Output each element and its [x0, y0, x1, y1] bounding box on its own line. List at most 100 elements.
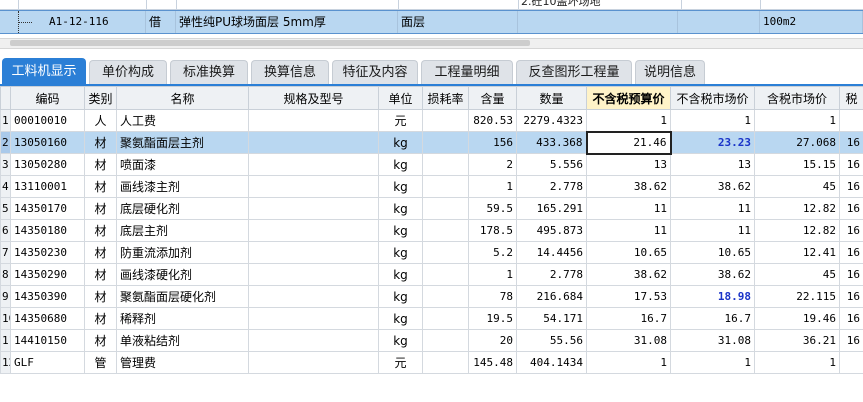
cell-spec[interactable]: [248, 307, 379, 330]
cell-unit[interactable]: 元: [378, 109, 423, 132]
cell-category[interactable]: 管: [84, 351, 117, 374]
cell-name[interactable]: 底层硬化剂: [116, 197, 249, 220]
cell-category[interactable]: 材: [84, 197, 117, 220]
cell-tax-market-price[interactable]: 15.15: [754, 153, 840, 176]
cell-unit[interactable]: kg: [378, 329, 423, 352]
cell-budget-price[interactable]: 31.08: [586, 329, 671, 352]
cell-market-price[interactable]: 38.62: [670, 263, 755, 286]
cell-loss-rate[interactable]: [422, 219, 469, 242]
cell-content[interactable]: 156: [468, 131, 517, 154]
cell-content[interactable]: 178.5: [468, 219, 517, 242]
cell-tax-rate[interactable]: 16: [839, 307, 863, 330]
col-header-name[interactable]: 名称: [116, 86, 249, 110]
cell-code[interactable]: 14350390: [10, 285, 85, 308]
cell-budget-price[interactable]: 13: [586, 153, 671, 176]
col-header-quantity[interactable]: 数量: [516, 86, 587, 110]
cell-quantity[interactable]: 495.873: [516, 219, 587, 242]
cell-name[interactable]: 画线漆硬化剂: [116, 263, 249, 286]
cell-loss-rate[interactable]: [422, 307, 469, 330]
cell-code[interactable]: 14350180: [10, 219, 85, 242]
table-row[interactable]: 1114410150材单液粘结剂kg2055.5631.0831.0836.21…: [0, 329, 863, 352]
quota-prev-row[interactable]: 2.砼10盖坏场地: [0, 0, 863, 10]
cell-content[interactable]: 5.2: [468, 241, 517, 264]
cell-market-price[interactable]: 11: [670, 219, 755, 242]
tab-description[interactable]: 说明信息: [635, 60, 705, 84]
cell-market-price[interactable]: 1: [670, 109, 755, 132]
cell-quantity[interactable]: 433.368: [516, 131, 587, 154]
col-header-content[interactable]: 含量: [468, 86, 517, 110]
table-row[interactable]: 2 13050160 材聚氨酯面层主剂 kg 156 433.368 21.46 23.23 2…: [0, 130, 863, 155]
cell-quantity[interactable]: 5.556: [516, 153, 587, 176]
cell-market-price[interactable]: 11: [670, 197, 755, 220]
cell-category[interactable]: 材: [84, 285, 117, 308]
cell-unit[interactable]: kg: [378, 307, 423, 330]
cell-loss-rate[interactable]: [422, 285, 469, 308]
cell-category[interactable]: 材: [84, 175, 117, 198]
cell-tax-rate[interactable]: 16: [839, 219, 863, 242]
cell-unit[interactable]: kg: [378, 263, 423, 286]
cell-tax-market-price[interactable]: 12.41: [754, 241, 840, 264]
cell-budget-price[interactable]: 1: [586, 351, 671, 374]
table-row[interactable]: 1 00010010 人人工费元 820.53 2279.4323 1 1 1: [0, 109, 863, 132]
cell-tax-rate[interactable]: 16: [839, 329, 863, 352]
cell-spec[interactable]: [248, 197, 379, 220]
cell-tax-rate[interactable]: 16: [839, 131, 863, 154]
cell-unit[interactable]: kg: [378, 241, 423, 264]
cell-tax-rate[interactable]: 16: [839, 263, 863, 286]
cell-content[interactable]: 1: [468, 175, 517, 198]
table-row[interactable]: 9 14350390 材聚氨酯面层硬化剂 kg 78 216.684 17.53 18.98 2…: [0, 285, 863, 308]
cell-content[interactable]: 820.53: [468, 109, 517, 132]
table-row[interactable]: 8 14350290 材画线漆硬化剂 kg 1 2.778 38.62 38.62 45 16: [0, 263, 863, 286]
horizontal-scrollbar[interactable]: [0, 38, 863, 49]
cell-unit[interactable]: kg: [378, 197, 423, 220]
cell-tax-rate[interactable]: 16: [839, 175, 863, 198]
cell-quantity[interactable]: 14.4456: [516, 241, 587, 264]
cell-loss-rate[interactable]: [422, 153, 469, 176]
cell-quantity[interactable]: 404.1434: [516, 351, 587, 374]
cell-quantity[interactable]: 54.171: [516, 307, 587, 330]
cell-tax-market-price[interactable]: 45: [754, 175, 840, 198]
cell-quantity[interactable]: 2.778: [516, 263, 587, 286]
cell-market-price[interactable]: 10.65: [670, 241, 755, 264]
cell-quantity[interactable]: 165.291: [516, 197, 587, 220]
cell-code[interactable]: 13110001: [10, 175, 85, 198]
cell-loss-rate[interactable]: [422, 241, 469, 264]
cell-code[interactable]: 14350680: [10, 307, 85, 330]
table-row[interactable]: 7 14350230 材防重流添加剂 kg 5.2 14.4456 10.65 10.65 12…: [0, 241, 863, 264]
cell-unit[interactable]: kg: [378, 219, 423, 242]
cell-market-price[interactable]: 13: [670, 153, 755, 176]
col-header-loss-rate[interactable]: 损耗率: [422, 86, 469, 110]
cell-code[interactable]: 13050280: [10, 153, 85, 176]
cell-tax-market-price[interactable]: 22.115: [754, 285, 840, 308]
cell-code[interactable]: 13050160: [10, 131, 85, 154]
cell-tax-market-price[interactable]: 12.82: [754, 197, 840, 220]
cell-market-price[interactable]: 18.98: [670, 285, 755, 308]
col-header-spec[interactable]: 规格及型号: [248, 86, 379, 110]
cell-budget-price[interactable]: 38.62: [586, 263, 671, 286]
cell-code[interactable]: 14350230: [10, 241, 85, 264]
cell-category[interactable]: 材: [84, 241, 117, 264]
cell-spec[interactable]: [248, 241, 379, 264]
cell-content[interactable]: 59.5: [468, 197, 517, 220]
cell-name[interactable]: 喷面漆: [116, 153, 249, 176]
cell-spec[interactable]: [248, 285, 379, 308]
cell-content[interactable]: 78: [468, 285, 517, 308]
cell-quantity[interactable]: 216.684: [516, 285, 587, 308]
cell-category[interactable]: 材: [84, 307, 117, 330]
cell-spec[interactable]: [248, 219, 379, 242]
cell-name[interactable]: 管理费: [116, 351, 249, 374]
col-header-unit[interactable]: 单位: [378, 86, 423, 110]
cell-name[interactable]: 单液粘结剂: [116, 329, 249, 352]
cell-name[interactable]: 画线漆主剂: [116, 175, 249, 198]
cell-name[interactable]: 聚氨酯面层主剂: [116, 131, 249, 154]
tab-standard-conversion[interactable]: 标准换算: [170, 60, 248, 84]
cell-code[interactable]: 00010010: [10, 109, 85, 132]
cell-market-price[interactable]: 16.7: [670, 307, 755, 330]
table-row[interactable]: 1014350680材稀释剂kg19.554.17116.716.719.461…: [0, 307, 863, 330]
cell-spec[interactable]: [248, 109, 379, 132]
cell-unit[interactable]: 元: [378, 351, 423, 374]
cell-category[interactable]: 人: [84, 109, 117, 132]
cell-unit[interactable]: kg: [378, 153, 423, 176]
cell-content[interactable]: 20: [468, 329, 517, 352]
table-row[interactable]: 5 14350170 材底层硬化剂 kg 59.5 165.291 11 11 12.82 16: [0, 197, 863, 220]
